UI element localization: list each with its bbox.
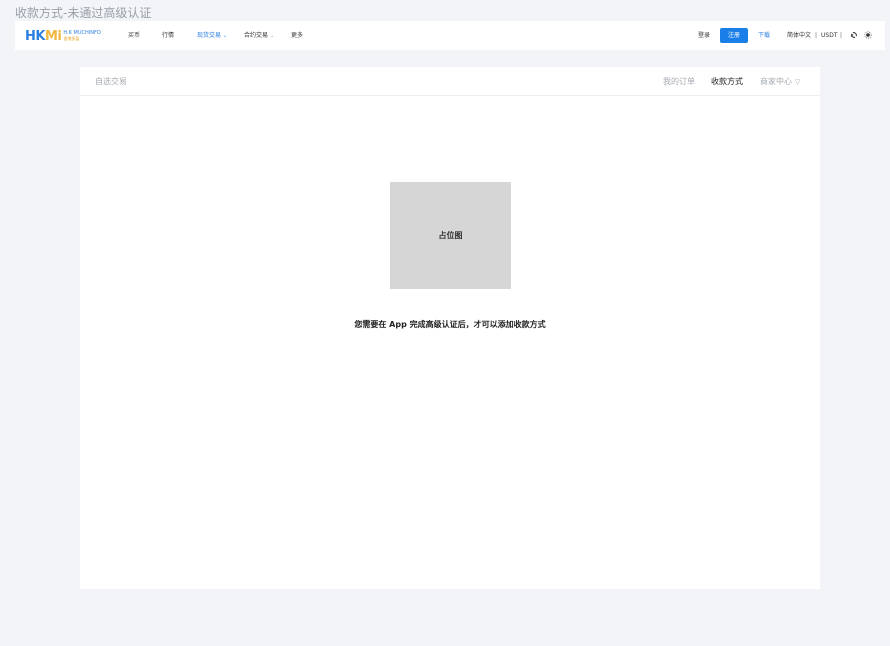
logo-mark: HK Mi [25, 28, 62, 44]
nav-item-label: 更多 [291, 32, 304, 39]
logo-mark-mi: Mi [44, 28, 62, 44]
logo-name-cn: 香港多盈 [63, 36, 80, 41]
payment-methods-panel: 自选交易 我的订单 收款方式 商家中心 ▽ 占位图 您需要在 App 完成高级认证… [80, 67, 820, 589]
nav-item-label: 行情 [162, 32, 175, 39]
theme-icon[interactable] [863, 31, 872, 40]
chevron-down-icon: ⌄ [270, 33, 275, 39]
divider: | [815, 32, 818, 39]
tab-label: 商家中心 [760, 77, 792, 86]
logo-mark-hk: HK [25, 28, 45, 44]
nav-item-spot-trading[interactable]: 现货交易 ⌄ [197, 31, 227, 41]
tab-payment-methods[interactable]: 收款方式 [711, 76, 743, 87]
login-link[interactable]: 登录 [698, 31, 710, 40]
placeholder-label: 占位图 [438, 231, 463, 240]
divider: | [840, 32, 843, 39]
tab-p2p-trading[interactable]: 自选交易 [95, 76, 127, 87]
link-icon[interactable] [849, 31, 858, 40]
currency-selector[interactable]: USDT [821, 31, 838, 40]
tab-merchant-center[interactable]: 商家中心 ▽ [760, 76, 800, 88]
panel-tabs: 自选交易 我的订单 收款方式 商家中心 ▽ [80, 67, 820, 96]
nav-item-label: 买币 [128, 32, 141, 39]
register-button[interactable]: 注册 [720, 28, 748, 43]
placeholder-image: 占位图 [390, 182, 511, 289]
nav-item-contract-trading[interactable]: 合约交易 ⌄ [244, 31, 274, 41]
triangle-down-icon: ▽ [795, 78, 801, 86]
logo-text: H.K MUCHINFO 香港多盈 [63, 31, 100, 41]
logo[interactable]: HK Mi H.K MUCHINFO 香港多盈 [25, 27, 101, 45]
language-selector[interactable]: 简体中文 [787, 31, 811, 40]
nav-item-buy-crypto[interactable]: 买币 [128, 31, 140, 40]
nav-item-label: 现货交易 [197, 32, 222, 39]
page-label: 收款方式-未通过高级认证 [15, 6, 152, 20]
nav-item-label: 合约交易 [244, 32, 269, 39]
nav-item-market[interactable]: 行情 [162, 31, 174, 40]
download-link[interactable]: 下载 [758, 31, 770, 40]
tab-my-orders[interactable]: 我的订单 [663, 76, 695, 87]
nav-item-more[interactable]: 更多 [291, 31, 303, 40]
chevron-down-icon: ⌄ [223, 33, 228, 39]
top-navigation-bar: HK Mi H.K MUCHINFO 香港多盈 买币 行情 现货交易 ⌄ 合约交易 ⌄… [15, 21, 885, 50]
verification-notice: 您需要在 App 完成高级认证后，才可以添加收款方式 [354, 320, 546, 329]
